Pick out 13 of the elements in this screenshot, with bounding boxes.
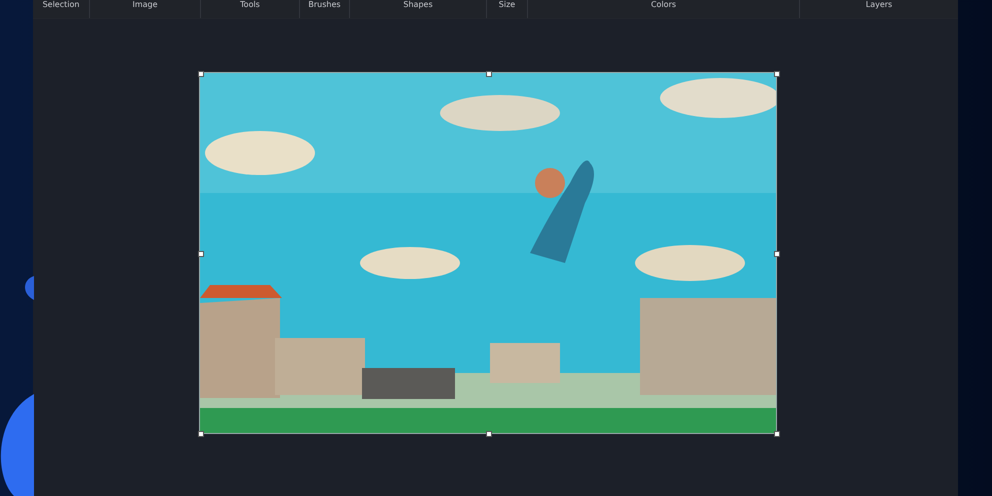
toolbar-group-label: Layers — [866, 0, 892, 9]
resize-handle[interactable] — [486, 431, 492, 437]
toolbar-group-label: Colors — [650, 0, 676, 9]
resize-handle[interactable] — [198, 431, 204, 437]
resize-handle[interactable] — [198, 251, 204, 257]
toolbar-group-label: Shapes — [403, 0, 433, 9]
toolbar-group-label: Image — [132, 0, 158, 9]
toolbar-group-label: Tools — [240, 0, 260, 9]
toolbar-group-label: Selection — [42, 0, 80, 9]
resize-handle[interactable] — [774, 431, 780, 437]
resize-handle[interactable] — [198, 71, 204, 77]
toolbar-group-label: Size — [498, 0, 516, 9]
toolbar-group-label: Brushes — [308, 0, 341, 9]
